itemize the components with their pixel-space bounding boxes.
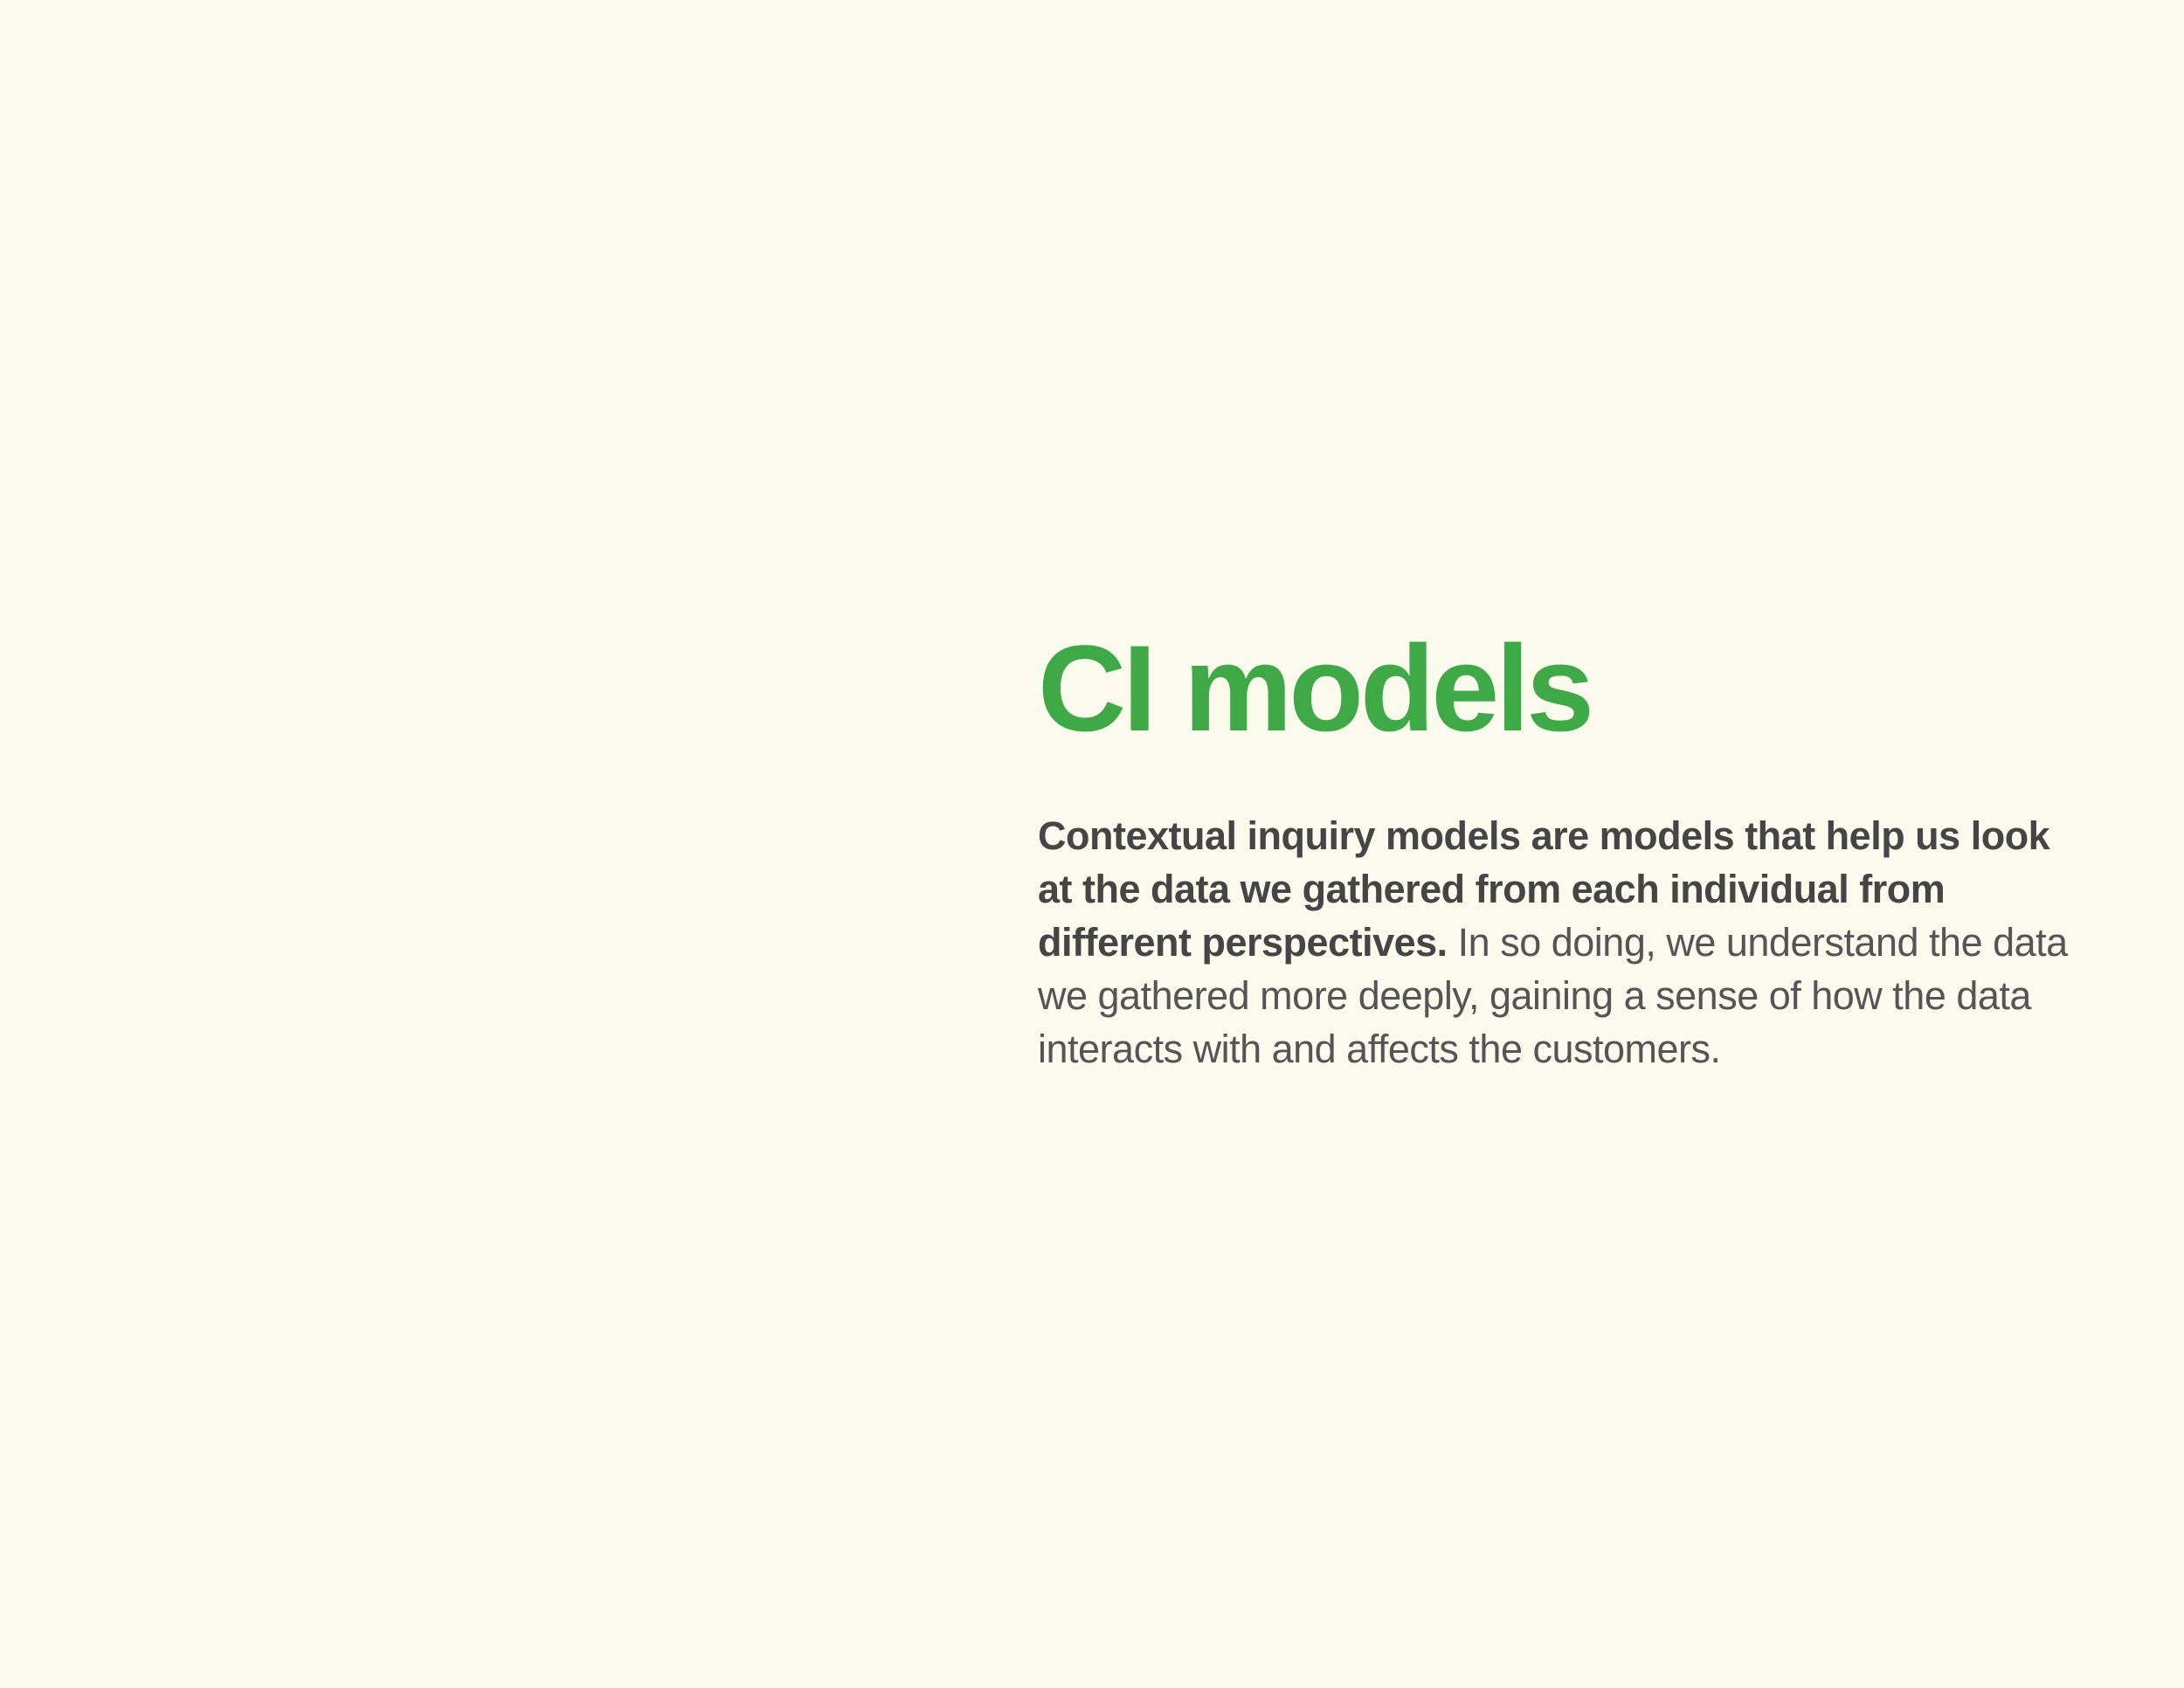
document-page: CI models Contextual inquiry models are …: [0, 0, 2184, 1688]
body-paragraph: Contextual inquiry models are models tha…: [1038, 809, 2086, 1076]
content-block: CI models Contextual inquiry models are …: [1038, 619, 2086, 1076]
page-title: CI models: [1038, 619, 1594, 757]
